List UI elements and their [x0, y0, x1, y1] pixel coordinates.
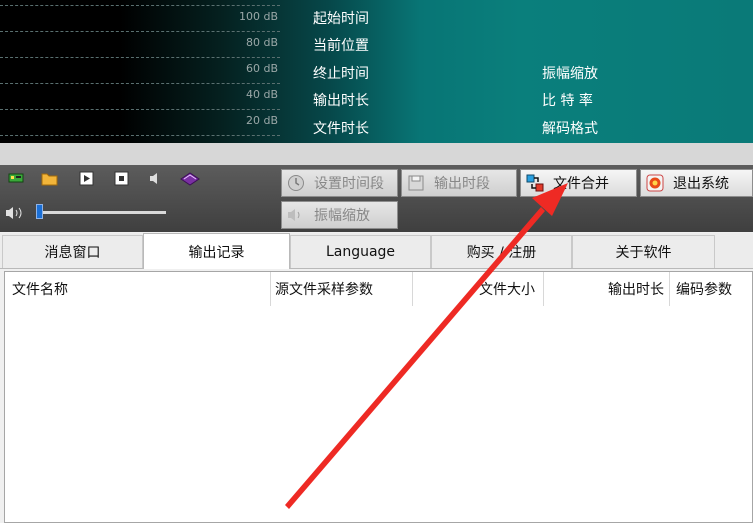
db-gridline	[0, 109, 280, 110]
set-time-segment-button[interactable]: 设置时间段	[281, 169, 398, 197]
panel-separator	[0, 143, 753, 165]
tab-label: 消息窗口	[44, 245, 101, 261]
tab-label: 关于软件	[615, 245, 672, 261]
volume-slider-thumb[interactable]	[36, 204, 43, 219]
file-merge-label: 文件合并	[553, 176, 609, 192]
tab-buy-register[interactable]: 购买 / 注册	[431, 235, 572, 268]
tab-label: 购买 / 注册	[466, 245, 537, 261]
play-icon[interactable]	[78, 171, 94, 187]
set-time-segment-label: 设置时间段	[314, 176, 384, 192]
db-gridline	[0, 57, 280, 58]
amplitude-scale-button[interactable]: 振幅缩放	[281, 201, 398, 229]
db-label: 100 dB	[238, 10, 278, 23]
tab-about[interactable]: 关于软件	[572, 235, 715, 268]
tab-language[interactable]: Language	[290, 235, 431, 268]
tab-message-window[interactable]: 消息窗口	[2, 235, 143, 268]
start-time-label: 起始时间	[313, 11, 369, 27]
amplitude-scale-button-label: 振幅缩放	[314, 208, 370, 224]
file-length-label: 文件时长	[313, 121, 369, 137]
output-log-list[interactable]: 文件名称 源文件采样参数 文件大小 输出时长 编码参数	[4, 271, 753, 523]
tab-label: 输出记录	[188, 244, 245, 261]
db-label: 60 dB	[245, 62, 278, 75]
speaker-icon[interactable]	[146, 171, 162, 187]
sound-card-icon[interactable]	[8, 171, 24, 187]
end-time-label: 终止时间	[313, 66, 369, 82]
column-header-encode-params[interactable]: 编码参数	[670, 272, 752, 306]
speaker-amplitude-icon	[286, 205, 306, 225]
column-header-label: 文件大小	[479, 282, 535, 298]
column-header-label: 编码参数	[676, 282, 732, 298]
db-label: 20 dB	[245, 114, 278, 127]
save-disk-icon	[406, 173, 426, 193]
volume-icon	[5, 206, 25, 224]
output-length-label: 输出时长	[313, 93, 369, 109]
exit-system-button[interactable]: 退出系统	[640, 169, 753, 197]
power-icon	[645, 173, 665, 193]
column-header-sample-params[interactable]: 源文件采样参数	[271, 272, 413, 306]
open-folder-icon[interactable]	[41, 171, 58, 187]
column-header-label: 源文件采样参数	[275, 282, 373, 298]
bitrate-label: 比 特 率	[542, 93, 593, 109]
file-merge-button[interactable]: 文件合并	[520, 169, 637, 197]
amplitude-scale-label: 振幅缩放	[542, 66, 598, 82]
decode-format-label: 解码格式	[542, 121, 598, 137]
stop-icon[interactable]	[113, 171, 129, 187]
spectrum-info-panel: 100 dB 80 dB 60 dB 40 dB 20 dB 起始时间 当前位置…	[0, 0, 753, 143]
db-gridline	[0, 5, 280, 6]
toolbar: 设置时间段 输出时段 文件合并 退出系统 振幅缩放	[0, 165, 753, 232]
tab-bar: 消息窗口 输出记录 Language 购买 / 注册 关于软件	[0, 233, 753, 269]
db-gridline	[0, 135, 280, 136]
db-gridline	[0, 31, 280, 32]
tab-output-log[interactable]: 输出记录	[143, 233, 290, 269]
volume-slider-track[interactable]	[38, 211, 166, 214]
db-label: 80 dB	[245, 36, 278, 49]
column-header-label: 文件名称	[12, 282, 68, 298]
output-segment-label: 输出时段	[434, 176, 490, 192]
help-book-icon[interactable]	[180, 171, 200, 187]
db-label: 40 dB	[245, 88, 278, 101]
tab-label: Language	[325, 244, 396, 260]
clock-icon	[286, 173, 306, 193]
exit-system-label: 退出系统	[673, 176, 729, 192]
merge-icon	[525, 173, 545, 193]
column-header-output-length[interactable]: 输出时长	[544, 272, 670, 306]
db-gridline	[0, 83, 280, 84]
output-segment-button[interactable]: 输出时段	[401, 169, 517, 197]
column-header-file-size[interactable]: 文件大小	[413, 272, 544, 306]
column-header-label: 输出时长	[608, 282, 664, 298]
column-header-file-name[interactable]: 文件名称	[5, 272, 271, 306]
current-pos-label: 当前位置	[313, 38, 369, 54]
